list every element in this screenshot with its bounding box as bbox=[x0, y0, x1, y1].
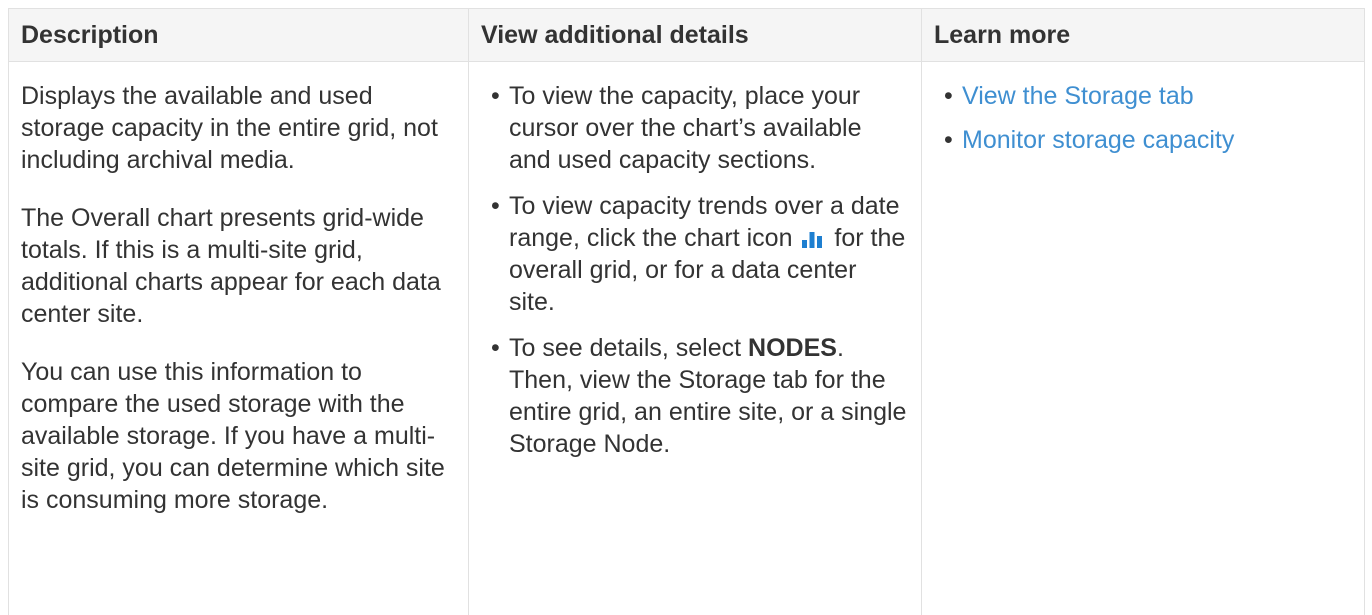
header-learn-more: Learn more bbox=[921, 8, 1365, 62]
description-paragraph: You can use this information to compare … bbox=[21, 358, 445, 514]
description-cell: Displays the available and used storage … bbox=[8, 61, 469, 615]
view-storage-tab-link[interactable]: View the Storage tab bbox=[962, 82, 1194, 110]
details-item-text: To see details, select bbox=[509, 334, 742, 362]
learn-more-list: View the Storage tab Monitor storage cap… bbox=[934, 80, 1352, 156]
list-item: To view the capacity, place your cursor … bbox=[481, 80, 909, 176]
description-paragraph: Displays the available and used storage … bbox=[21, 82, 438, 174]
learn-more-cell: View the Storage tab Monitor storage cap… bbox=[921, 61, 1365, 615]
header-description: Description bbox=[8, 8, 469, 62]
table-header-row: Description View additional details Lear… bbox=[8, 8, 1365, 62]
list-item: To view capacity trends over a date rang… bbox=[481, 190, 909, 318]
info-table: Description View additional details Lear… bbox=[8, 8, 1365, 615]
table-row: Displays the available and used storage … bbox=[8, 61, 1365, 615]
description-paragraph: The Overall chart presents grid-wide tot… bbox=[21, 204, 441, 328]
nodes-label: NODES bbox=[748, 334, 837, 362]
list-item: Monitor storage capacity bbox=[934, 124, 1352, 156]
details-item-text: To view the capacity, place your cursor … bbox=[509, 82, 862, 174]
list-item: To see details, select NODES. Then, view… bbox=[481, 332, 909, 460]
bar-chart-icon bbox=[802, 232, 823, 248]
header-view-details: View additional details bbox=[468, 8, 922, 62]
details-list: To view the capacity, place your cursor … bbox=[481, 80, 909, 460]
monitor-storage-capacity-link[interactable]: Monitor storage capacity bbox=[962, 126, 1234, 154]
details-cell: To view the capacity, place your cursor … bbox=[468, 61, 922, 615]
list-item: View the Storage tab bbox=[934, 80, 1352, 112]
